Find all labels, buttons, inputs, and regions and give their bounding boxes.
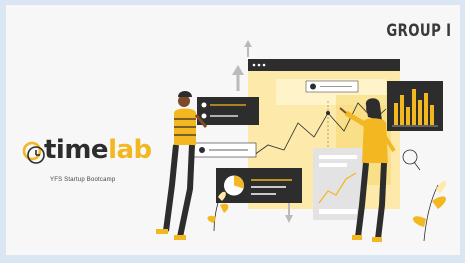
dashboard-titlebar [248, 59, 400, 71]
people-with-data-dashboards-illustration [156, 40, 447, 242]
magnifier-icon [402, 149, 418, 165]
logo-wordmark: timelab [44, 133, 152, 167]
toggle-icon [310, 83, 316, 90]
timelab-logo: timelab [22, 135, 152, 170]
toggle-icon [199, 147, 205, 153]
logo-part-lab: lab [108, 135, 152, 165]
list-card [197, 97, 259, 125]
logo-part-time: time [44, 135, 109, 165]
window-dot-icon [262, 63, 266, 67]
subtitle: YFS Startup Bootcamp [50, 177, 116, 183]
plant-right-icon [412, 180, 447, 242]
slide: GROUP I timelab YFS Startup Bootcamp [6, 5, 460, 255]
window-dot-icon [252, 63, 256, 67]
window-dot-icon [257, 63, 261, 67]
